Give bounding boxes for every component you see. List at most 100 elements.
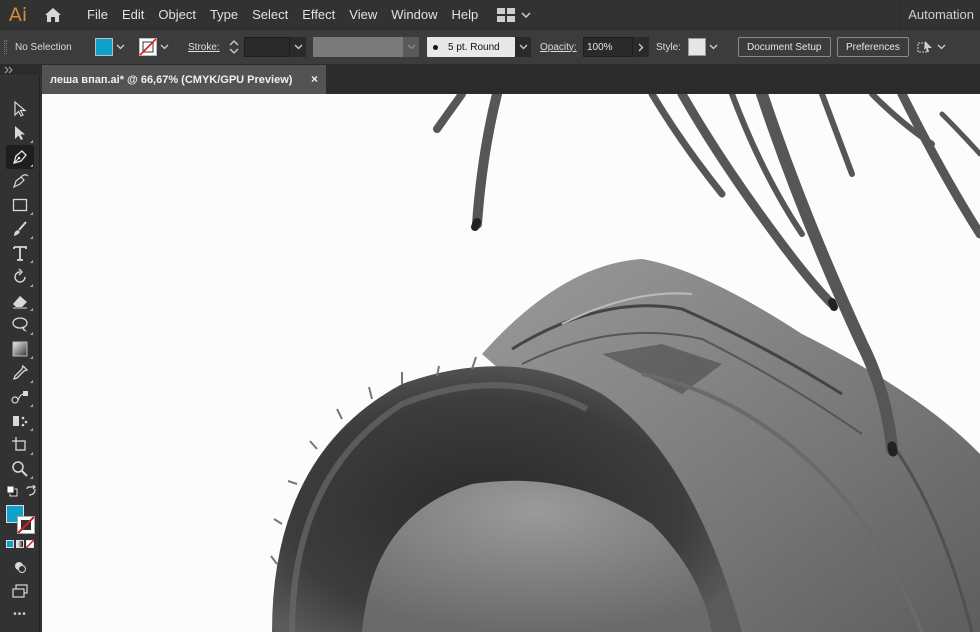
blend-tool-icon[interactable]	[6, 385, 34, 409]
tool-submenu-indicator	[30, 476, 33, 479]
selection-tool-icon[interactable]	[6, 97, 34, 121]
symbol-sprayer-tool-icon[interactable]	[6, 409, 34, 433]
color-mode-button[interactable]	[6, 540, 14, 548]
document-setup-button[interactable]: Document Setup	[738, 37, 831, 57]
document-tab[interactable]: леша впап.ai* @ 66,67% (CMYK/GPU Preview…	[42, 65, 326, 94]
arrange-control[interactable]	[916, 30, 948, 64]
menu-object[interactable]: Object	[151, 0, 203, 29]
tool-submenu-indicator	[30, 212, 33, 215]
menu-bar: Ai File Edit Object Type Select Effect V…	[0, 0, 980, 29]
panel-grip[interactable]	[4, 40, 7, 54]
document-setup-wrap: Document Setup	[738, 30, 831, 64]
artboard-tool-icon[interactable]	[6, 433, 34, 457]
opacity-control[interactable]: 100%	[583, 30, 649, 64]
preferences-wrap: Preferences	[837, 30, 909, 64]
tool-submenu-indicator	[30, 404, 33, 407]
tool-submenu-indicator	[30, 428, 33, 431]
stroke-label[interactable]: Stroke:	[188, 30, 220, 64]
tools-panel: •••	[0, 75, 40, 632]
none-mode-button[interactable]	[26, 540, 34, 548]
menu-view[interactable]: View	[342, 0, 384, 29]
chevron-right-icon[interactable]	[633, 37, 649, 57]
stroke-none-swatch[interactable]	[17, 516, 35, 534]
close-icon[interactable]: ×	[311, 72, 318, 86]
brush-definition[interactable]: 5 pt. Round	[427, 30, 531, 64]
tool-submenu-indicator	[30, 260, 33, 263]
opacity-value: 100%	[587, 41, 613, 53]
menu-help[interactable]: Help	[444, 0, 485, 29]
arrange-documents-button[interactable]	[497, 7, 531, 22]
chevron-down-icon[interactable]	[157, 38, 171, 56]
eyedropper-tool-icon[interactable]	[6, 361, 34, 385]
paintbrush-tool-icon[interactable]	[6, 217, 34, 241]
fill-swatch[interactable]	[95, 38, 113, 56]
tool-submenu-indicator	[30, 308, 33, 311]
default-swap-colors	[6, 483, 37, 501]
fill-control[interactable]	[95, 30, 127, 64]
chevron-down-icon[interactable]	[515, 37, 531, 57]
gradient-mode-button[interactable]	[16, 540, 24, 548]
stroke-weight-stepper[interactable]	[228, 30, 306, 64]
select-similar-icon[interactable]	[916, 38, 934, 56]
app-logo: Ai	[8, 3, 28, 26]
artwork-image	[270, 94, 980, 632]
home-icon[interactable]	[36, 0, 70, 29]
default-colors-icon[interactable]	[6, 485, 18, 497]
tool-submenu-indicator	[30, 356, 33, 359]
document-tab-title: леша впап.ai* @ 66,67% (CMYK/GPU Preview…	[50, 73, 293, 86]
tool-submenu-indicator	[30, 164, 33, 167]
stroke-none-swatch[interactable]	[139, 38, 157, 56]
curvature-tool-icon[interactable]	[6, 169, 34, 193]
rectangle-tool-icon[interactable]	[6, 193, 34, 217]
variable-width-profile[interactable]	[313, 30, 419, 64]
opacity-input[interactable]: 100%	[583, 37, 633, 57]
draw-mode-icon[interactable]	[6, 555, 34, 579]
selection-status: No Selection	[15, 41, 72, 53]
preferences-button[interactable]: Preferences	[837, 37, 909, 57]
artboard-canvas[interactable]	[42, 94, 980, 632]
tool-submenu-indicator	[30, 452, 33, 455]
stroke-weight-input[interactable]	[244, 37, 290, 57]
control-bar: No Selection Stroke: 5 pt. Round Opacity…	[0, 29, 980, 65]
direct-selection-tool-icon[interactable]	[6, 121, 34, 145]
type-tool-icon[interactable]	[6, 241, 34, 265]
zoom-tool-icon[interactable]	[6, 457, 34, 481]
stroke-control[interactable]	[139, 30, 171, 64]
swap-colors-icon[interactable]	[25, 485, 37, 497]
tool-submenu-indicator	[30, 236, 33, 239]
chevron-down-icon[interactable]	[934, 38, 948, 56]
lasso-tool-icon[interactable]	[6, 313, 34, 337]
eraser-tool-icon[interactable]	[6, 289, 34, 313]
menu-edit[interactable]: Edit	[115, 0, 151, 29]
edit-toolbar-button[interactable]: •••	[6, 607, 34, 621]
gradient-tool-icon[interactable]	[6, 337, 34, 361]
menu-type[interactable]: Type	[203, 0, 245, 29]
chevron-down-icon[interactable]	[290, 37, 306, 57]
menu-window[interactable]: Window	[384, 0, 444, 29]
profile-preview[interactable]	[313, 37, 403, 57]
tool-submenu-indicator	[30, 284, 33, 287]
rotate-tool-icon[interactable]	[6, 265, 34, 289]
toolbar-collapse-strip[interactable]	[0, 65, 42, 75]
arrange-documents-icon	[497, 7, 516, 22]
screen-mode-icon[interactable]	[6, 579, 34, 603]
menu-file[interactable]: File	[80, 0, 115, 29]
chevron-down-icon[interactable]	[113, 38, 127, 56]
main-menu: File Edit Object Type Select Effect View…	[80, 0, 485, 29]
brush-dot-icon	[433, 44, 438, 50]
fill-stroke-control[interactable]	[6, 505, 36, 535]
menu-effect[interactable]: Effect	[295, 0, 342, 29]
menu-select[interactable]: Select	[245, 0, 295, 29]
pen-tool-icon[interactable]	[6, 145, 34, 169]
stepper-arrows-icon[interactable]	[228, 37, 240, 57]
graphic-style-swatch[interactable]	[688, 38, 706, 56]
opacity-label[interactable]: Opacity:	[540, 30, 577, 64]
chevron-down-icon[interactable]	[706, 38, 720, 56]
graphic-style-control[interactable]	[688, 30, 720, 64]
double-chevron-right-icon[interactable]	[4, 66, 14, 74]
style-label: Style:	[656, 41, 682, 53]
brush-definition-field[interactable]: 5 pt. Round	[427, 37, 515, 57]
workspace-switcher[interactable]: Automation	[899, 0, 974, 29]
document-tab-strip: леша впап.ai* @ 66,67% (CMYK/GPU Preview…	[42, 65, 980, 94]
chevron-down-icon[interactable]	[403, 37, 419, 57]
